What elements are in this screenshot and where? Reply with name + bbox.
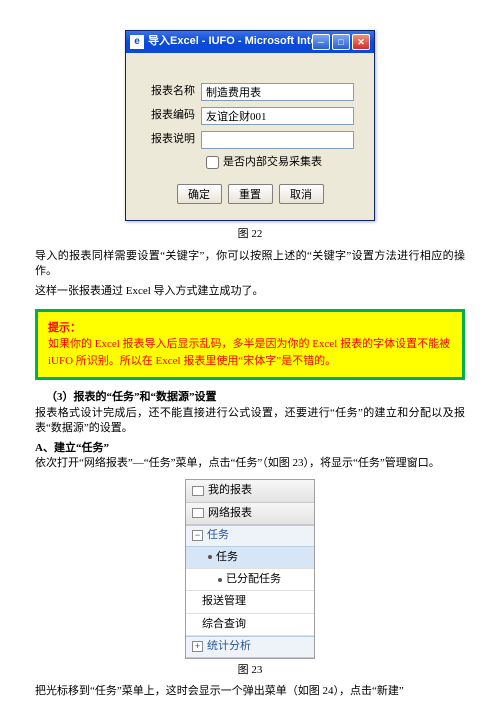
report-name-input[interactable] bbox=[201, 83, 354, 101]
report-name-label: 报表名称 bbox=[146, 84, 201, 99]
report-desc-input[interactable] bbox=[201, 131, 354, 149]
reset-button[interactable]: 重置 bbox=[228, 184, 273, 204]
reportmgr-label: 报送管理 bbox=[202, 595, 246, 607]
sidebar-group-stats[interactable]: + 统计分析 bbox=[186, 636, 314, 657]
cancel-button[interactable]: 取消 bbox=[279, 184, 324, 204]
expand-icon[interactable]: + bbox=[192, 641, 203, 652]
group-stats-label: 统计分析 bbox=[207, 639, 251, 654]
myreport-label: 我的报表 bbox=[208, 483, 252, 498]
sidebar-item-query[interactable]: 综合查询 bbox=[186, 614, 314, 636]
minimize-button[interactable]: ─ bbox=[312, 34, 330, 50]
report-desc-label: 报表说明 bbox=[146, 132, 201, 147]
dialog-title-bar: e 导入Excel - IUFO - Microsoft Inter... ─ … bbox=[126, 31, 374, 53]
sidebar-item-assigned-task[interactable]: 已分配任务 bbox=[186, 569, 314, 591]
sidebar-item-task[interactable]: 任务 bbox=[186, 547, 314, 569]
paragraph-3: 报表格式设计完成后，还不能直接进行公式设置，还要进行“任务”的建立和分配以及报表… bbox=[35, 406, 465, 437]
bullet-icon bbox=[218, 578, 222, 582]
netreport-label: 网络报表 bbox=[208, 506, 252, 521]
ie-icon: e bbox=[130, 35, 144, 49]
sidebar-group-task[interactable]: − 任务 bbox=[186, 525, 314, 546]
section-3-title: （3）报表的“任务”和“数据源”设置 bbox=[35, 390, 465, 405]
group-task-label: 任务 bbox=[207, 528, 229, 543]
sidebar-item-myreport[interactable]: 我的报表 bbox=[186, 480, 314, 502]
paragraph-4: 依次打开“网络报表”—“任务”菜单，点击“任务”（如图 23），将显示“任务”管… bbox=[35, 456, 465, 471]
paragraph-1: 导入的报表同样需要设置“关键字”，你可以按照上述的“关键字”设置方法进行相应的操… bbox=[35, 249, 465, 280]
import-excel-dialog: e 导入Excel - IUFO - Microsoft Inter... ─ … bbox=[125, 30, 375, 221]
report-code-label: 报表编码 bbox=[146, 108, 201, 123]
figure-22-caption: 图 22 bbox=[35, 227, 465, 242]
tip-title: 提示： bbox=[48, 320, 452, 337]
paragraph-2: 这样一张报表通过 Excel 导入方式建立成功了。 bbox=[35, 284, 465, 299]
collapse-icon[interactable]: − bbox=[192, 530, 203, 541]
query-label: 综合查询 bbox=[202, 618, 246, 630]
maximize-button[interactable]: □ bbox=[332, 34, 350, 50]
ok-button[interactable]: 确定 bbox=[177, 184, 222, 204]
bullet-icon bbox=[208, 555, 212, 559]
sidebar-item-netreport[interactable]: 网络报表 bbox=[186, 503, 314, 525]
internal-trade-checkbox[interactable] bbox=[206, 156, 219, 169]
close-button[interactable]: ✕ bbox=[352, 34, 370, 50]
sub-a-title: A、建立“任务” bbox=[35, 441, 465, 456]
tip-body: 如果你的 Excel 报表导入后显示乱码，多半是因为你的 Excel 报表的字体… bbox=[48, 336, 452, 369]
dialog-title: 导入Excel - IUFO - Microsoft Inter... bbox=[148, 34, 312, 49]
task-label: 任务 bbox=[216, 550, 238, 565]
paragraph-5: 把光标移到“任务”菜单上，这时会显示一个弹出菜单（如图 24），点击“新建” bbox=[35, 684, 465, 699]
assigned-task-label: 已分配任务 bbox=[226, 572, 281, 587]
task-sidebar: 我的报表 网络报表 − 任务 任务 已分配任务 报送管理 综合查询 + 统计分析 bbox=[185, 479, 315, 658]
tip-box: 提示： 如果你的 Excel 报表导入后显示乱码，多半是因为你的 Excel 报… bbox=[35, 309, 465, 381]
sidebar-item-reportmgr[interactable]: 报送管理 bbox=[186, 591, 314, 613]
folder-icon bbox=[192, 486, 204, 496]
folder-icon bbox=[192, 508, 204, 518]
figure-23-caption: 图 23 bbox=[35, 663, 465, 678]
report-code-input[interactable] bbox=[201, 107, 354, 125]
internal-trade-label: 是否内部交易采集表 bbox=[223, 155, 322, 170]
